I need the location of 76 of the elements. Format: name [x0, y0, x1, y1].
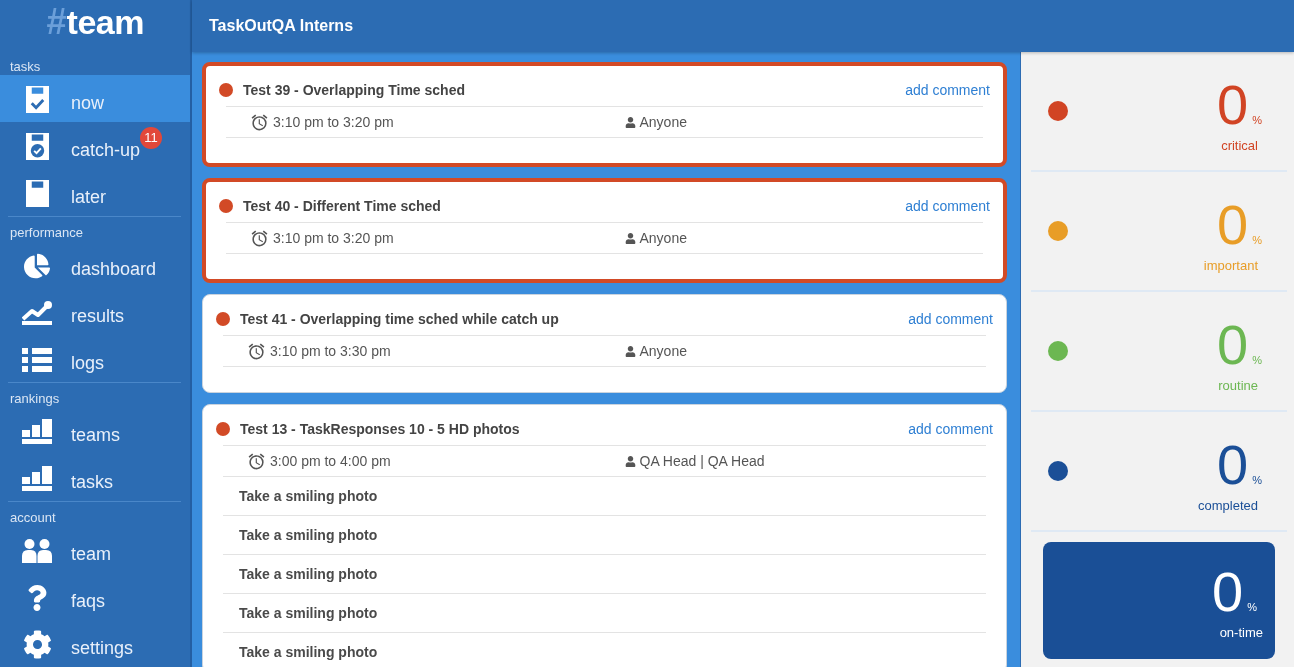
stat-label: completed: [1198, 497, 1258, 514]
stat-value: 0: [1217, 316, 1249, 373]
clipboard-circle-check-icon: [25, 133, 49, 160]
section-label: rankings: [9, 390, 61, 407]
status-dot-icon: [219, 199, 233, 213]
task-assignee: Anyone: [639, 343, 687, 359]
add-comment-link[interactable]: add comment: [908, 421, 993, 437]
status-dot-icon: [216, 422, 230, 436]
nav-item[interactable]: teams: [0, 407, 190, 454]
stat-unit: %: [1252, 353, 1262, 366]
add-comment-link[interactable]: add comment: [905, 198, 990, 214]
task-step: Take a smiling photo: [239, 644, 378, 660]
stat-value: 0: [1217, 76, 1249, 133]
page-title: TaskOutQA Interns: [209, 17, 354, 35]
task-step: Take a smiling photo: [239, 605, 378, 621]
task-assignee: QA Head | QA Head: [639, 453, 765, 469]
task-assignee: Anyone: [639, 114, 687, 130]
stat-label: important: [1203, 257, 1258, 274]
stat-label: routine: [1218, 377, 1258, 394]
nav-item[interactable]: results: [0, 288, 190, 335]
nav-item[interactable]: catch-up 11: [0, 122, 190, 169]
task-time: 3:00 pm to 4:00 pm: [270, 453, 391, 469]
line-chart-icon: [22, 300, 52, 325]
section-label: account: [9, 509, 57, 526]
list-icon: [22, 347, 52, 372]
task-step: Take a smiling photo: [239, 488, 378, 504]
person-icon: [624, 455, 636, 467]
stat-label: critical: [1221, 137, 1258, 154]
stat-value: 0: [1212, 564, 1244, 620]
person-icon: [624, 345, 636, 357]
task-assignee: Anyone: [639, 230, 687, 246]
task-title: Test 39 - Overlapping Time sched: [243, 82, 466, 98]
bar-chart-icon: [22, 466, 52, 491]
section-label: tasks: [9, 58, 42, 75]
count-badge: 11: [140, 127, 162, 149]
task-time: 3:10 pm to 3:30 pm: [270, 343, 391, 359]
task-step: Take a smiling photo: [239, 566, 378, 582]
section-label: performance: [9, 224, 84, 241]
task-title: Test 13 - TaskResponses 10 - 5 HD photos: [240, 421, 521, 437]
bar-chart-icon: [22, 419, 52, 444]
nav-item[interactable]: dashboard: [0, 241, 190, 288]
alarm-clock-icon: [247, 341, 266, 361]
task-time: 3:10 pm to 3:20 pm: [273, 230, 394, 246]
nav-item[interactable]: team: [0, 526, 190, 573]
clipboard-icon: [25, 180, 49, 207]
settings-icon: [22, 630, 52, 659]
stat-unit: %: [1252, 473, 1262, 486]
pie-chart-icon: [24, 252, 50, 279]
add-comment-link[interactable]: add comment: [908, 311, 993, 327]
nav-item[interactable]: later: [0, 169, 190, 216]
alarm-clock-icon: [250, 228, 269, 248]
alarm-clock-icon: [247, 451, 266, 471]
status-dot-icon: [219, 83, 233, 97]
person-icon: [624, 116, 636, 128]
nav-item[interactable]: logs: [0, 335, 190, 382]
task-step: Take a smiling photo: [239, 527, 378, 543]
stat-unit: %: [1252, 113, 1262, 126]
clipboard-check-icon: [25, 86, 49, 113]
add-comment-link[interactable]: add comment: [905, 82, 990, 98]
task-time: 3:10 pm to 3:20 pm: [273, 114, 394, 130]
nav-item[interactable]: faqs: [0, 573, 190, 620]
alarm-clock-icon: [250, 112, 269, 132]
task-title: Test 40 - Different Time sched: [243, 198, 442, 214]
person-icon: [624, 232, 636, 244]
task-title: Test 41 - Overlapping time sched while catch up: [240, 311, 560, 327]
stat-unit: %: [1247, 601, 1257, 613]
nav-item[interactable]: tasks: [0, 454, 190, 501]
users-icon: [22, 538, 52, 563]
stat-value: 0: [1217, 196, 1249, 253]
app-logo: #team: [46, 0, 144, 44]
nav-item[interactable]: settings: [0, 620, 190, 667]
stat-unit: %: [1252, 233, 1262, 246]
status-dot-icon: [216, 312, 230, 326]
stat-label: on-time: [1219, 625, 1263, 641]
nav-item[interactable]: now: [0, 75, 190, 122]
stat-value: 0: [1217, 436, 1249, 493]
